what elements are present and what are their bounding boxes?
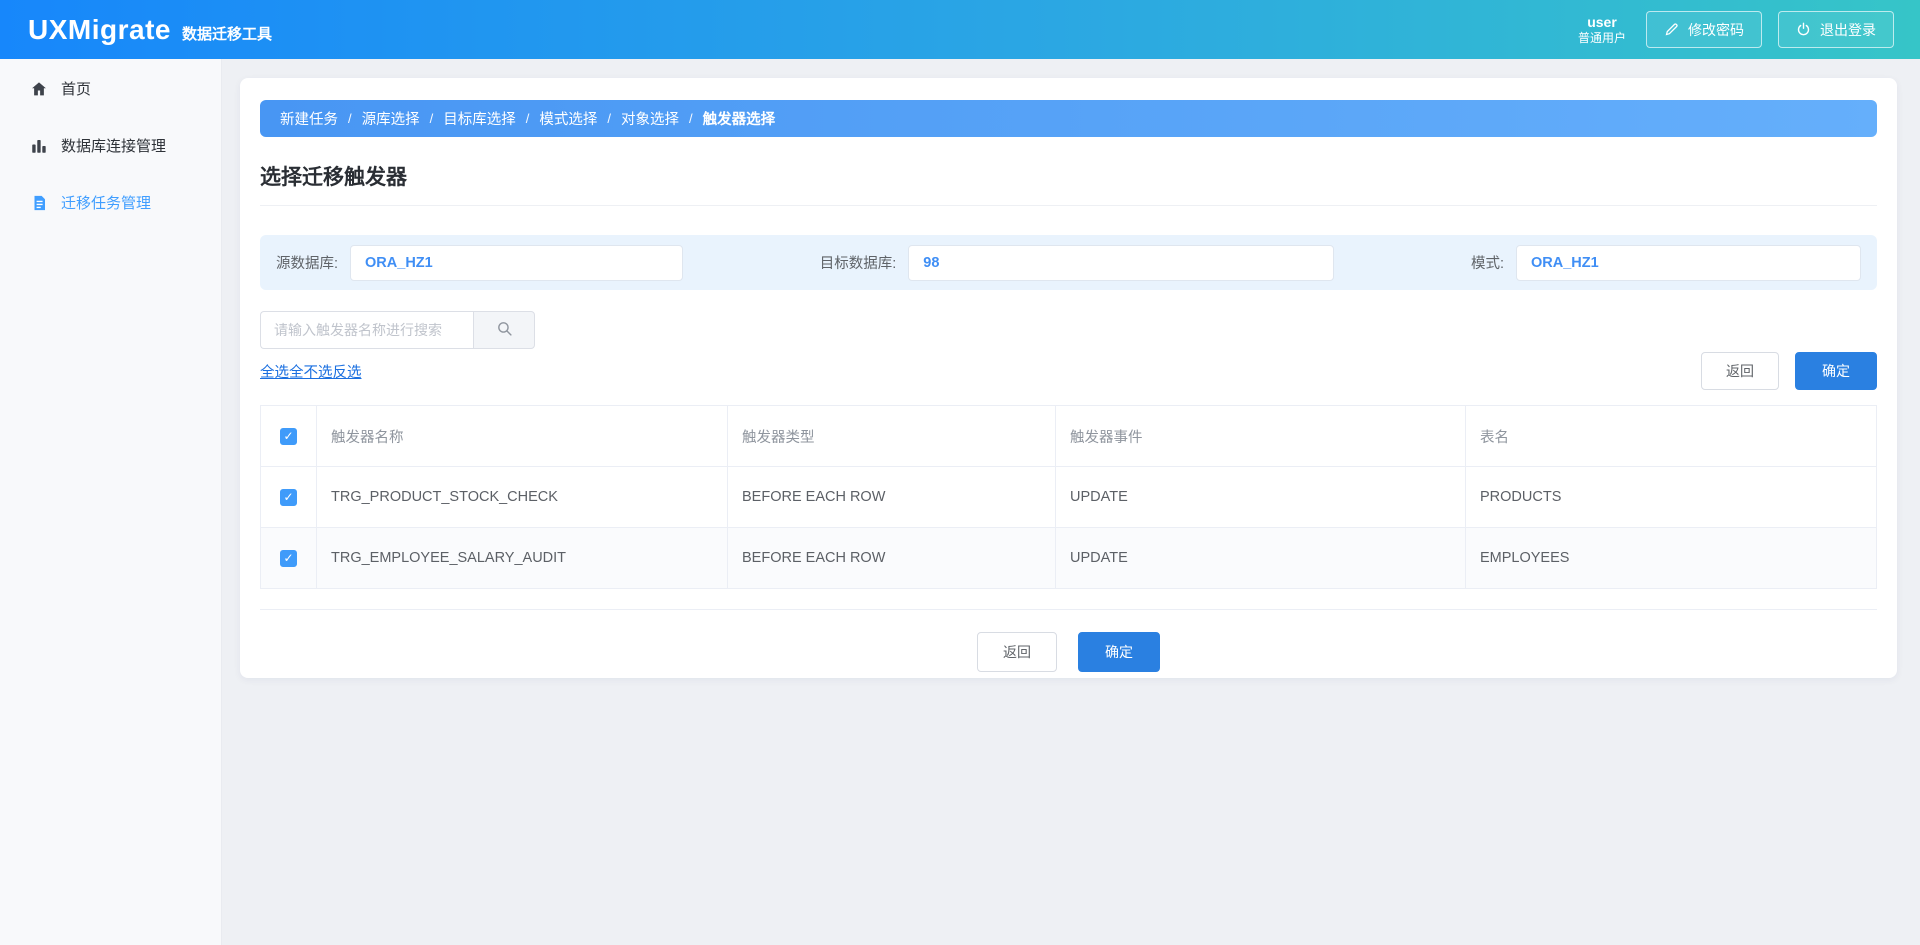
cell-trigger-type: BEFORE EACH ROW xyxy=(728,467,1056,528)
source-db-label: 源数据库: xyxy=(276,252,338,273)
back-button-top[interactable]: 返回 xyxy=(1701,352,1779,390)
cell-trigger-name: TRG_EMPLOYEE_SALARY_AUDIT xyxy=(317,528,728,589)
target-db-field: 目标数据库: 98 xyxy=(820,245,1335,281)
back-button-bottom[interactable]: 返回 xyxy=(977,632,1057,672)
power-icon xyxy=(1796,22,1811,37)
change-password-label: 修改密码 xyxy=(1688,20,1744,40)
column-header-trigger-type: 触发器类型 xyxy=(728,406,1056,467)
breadcrumb-item-target-db[interactable]: 目标库选择 xyxy=(443,108,516,129)
breadcrumb-item-triggers[interactable]: 触发器选择 xyxy=(703,108,776,129)
search-row xyxy=(260,311,1877,349)
select-all-link[interactable]: 全选 xyxy=(260,361,289,382)
breadcrumb-separator: / xyxy=(348,111,352,126)
home-icon xyxy=(30,80,48,98)
source-db-field: 源数据库: ORA_HZ1 xyxy=(276,245,683,281)
sidebar-item-label: 迁移任务管理 xyxy=(61,192,151,213)
footer-actions: 返回 确定 xyxy=(260,632,1877,672)
confirm-button-bottom[interactable]: 确定 xyxy=(1078,632,1160,672)
breadcrumb-item-objects[interactable]: 对象选择 xyxy=(621,108,679,129)
info-bar: 源数据库: ORA_HZ1 目标数据库: 98 模式: ORA_HZ1 xyxy=(260,235,1877,290)
selection-actions-row: 全选 全不选 反选 返回 确定 xyxy=(260,352,1877,390)
footer-divider xyxy=(260,609,1877,610)
column-header-trigger-event: 触发器事件 xyxy=(1056,406,1466,467)
main-area: 新建任务 / 源库选择 / 目标库选择 / 模式选择 / 对象选择 / 触发器选… xyxy=(222,59,1920,945)
breadcrumb-item-schema[interactable]: 模式选择 xyxy=(539,108,597,129)
column-header-trigger-name: 触发器名称 xyxy=(317,406,728,467)
schema-field: 模式: ORA_HZ1 xyxy=(1471,245,1861,281)
schema-value[interactable]: ORA_HZ1 xyxy=(1516,245,1861,281)
user-role: 普通用户 xyxy=(1578,31,1626,47)
pencil-icon xyxy=(1664,22,1679,37)
user-info: user 普通用户 xyxy=(1578,13,1626,47)
app-logo-subtitle: 数据迁移工具 xyxy=(182,16,272,44)
username: user xyxy=(1578,13,1626,31)
breadcrumb-item-new-task[interactable]: 新建任务 xyxy=(280,108,338,129)
logout-label: 退出登录 xyxy=(1820,20,1876,40)
sidebar-item-label: 数据库连接管理 xyxy=(61,135,166,156)
cell-trigger-event: UPDATE xyxy=(1056,528,1466,589)
target-db-label: 目标数据库: xyxy=(820,252,897,273)
search-icon xyxy=(496,320,513,340)
cell-trigger-name: TRG_PRODUCT_STOCK_CHECK xyxy=(317,467,728,528)
change-password-button[interactable]: 修改密码 xyxy=(1646,11,1762,48)
page-title: 选择迁移触发器 xyxy=(260,161,1877,206)
sidebar-item-home[interactable]: 首页 xyxy=(0,60,221,117)
select-none-link[interactable]: 全不选 xyxy=(289,361,333,382)
sidebar-item-migration-tasks[interactable]: 迁移任务管理 xyxy=(0,174,221,231)
invert-selection-link[interactable]: 反选 xyxy=(333,361,362,382)
column-header-table-name: 表名 xyxy=(1466,406,1877,467)
task-list-icon xyxy=(30,194,48,212)
breadcrumb-separator: / xyxy=(607,111,611,126)
cell-trigger-event: UPDATE xyxy=(1056,467,1466,528)
bar-chart-icon xyxy=(30,137,48,155)
sidebar: 首页 数据库连接管理 迁移任务管理 xyxy=(0,59,222,945)
table-row[interactable]: ✓ TRG_PRODUCT_STOCK_CHECK BEFORE EACH RO… xyxy=(261,467,1877,528)
cell-table-name: EMPLOYEES xyxy=(1466,528,1877,589)
confirm-button-top[interactable]: 确定 xyxy=(1795,352,1877,390)
cell-trigger-type: BEFORE EACH ROW xyxy=(728,528,1056,589)
search-input[interactable] xyxy=(260,311,473,349)
app-logo: UXMigrate xyxy=(28,14,171,46)
breadcrumb-separator: / xyxy=(526,111,530,126)
sidebar-item-label: 首页 xyxy=(61,78,91,99)
breadcrumb-separator: / xyxy=(689,111,693,126)
breadcrumb-item-source-db[interactable]: 源库选择 xyxy=(362,108,420,129)
table-header-row: ✓ 触发器名称 触发器类型 触发器事件 表名 xyxy=(261,406,1877,467)
select-all-checkbox[interactable]: ✓ xyxy=(280,428,297,445)
schema-label: 模式: xyxy=(1471,252,1504,273)
app-header: UXMigrate 数据迁移工具 user 普通用户 修改密码 退出登录 xyxy=(0,0,1920,59)
cell-table-name: PRODUCTS xyxy=(1466,467,1877,528)
content-card: 新建任务 / 源库选择 / 目标库选择 / 模式选择 / 对象选择 / 触发器选… xyxy=(240,78,1897,678)
row-checkbox[interactable]: ✓ xyxy=(280,489,297,506)
breadcrumb: 新建任务 / 源库选择 / 目标库选择 / 模式选择 / 对象选择 / 触发器选… xyxy=(260,100,1877,137)
source-db-value[interactable]: ORA_HZ1 xyxy=(350,245,683,281)
search-button[interactable] xyxy=(473,311,535,349)
row-checkbox[interactable]: ✓ xyxy=(280,550,297,567)
breadcrumb-separator: / xyxy=(430,111,434,126)
target-db-value[interactable]: 98 xyxy=(908,245,1334,281)
sidebar-item-db-connections[interactable]: 数据库连接管理 xyxy=(0,117,221,174)
trigger-table: ✓ 触发器名称 触发器类型 触发器事件 表名 ✓ TRG_PRODUCT_STO… xyxy=(260,405,1877,589)
header-right: user 普通用户 修改密码 退出登录 xyxy=(1578,11,1894,48)
logout-button[interactable]: 退出登录 xyxy=(1778,11,1894,48)
table-row[interactable]: ✓ TRG_EMPLOYEE_SALARY_AUDIT BEFORE EACH … xyxy=(261,528,1877,589)
